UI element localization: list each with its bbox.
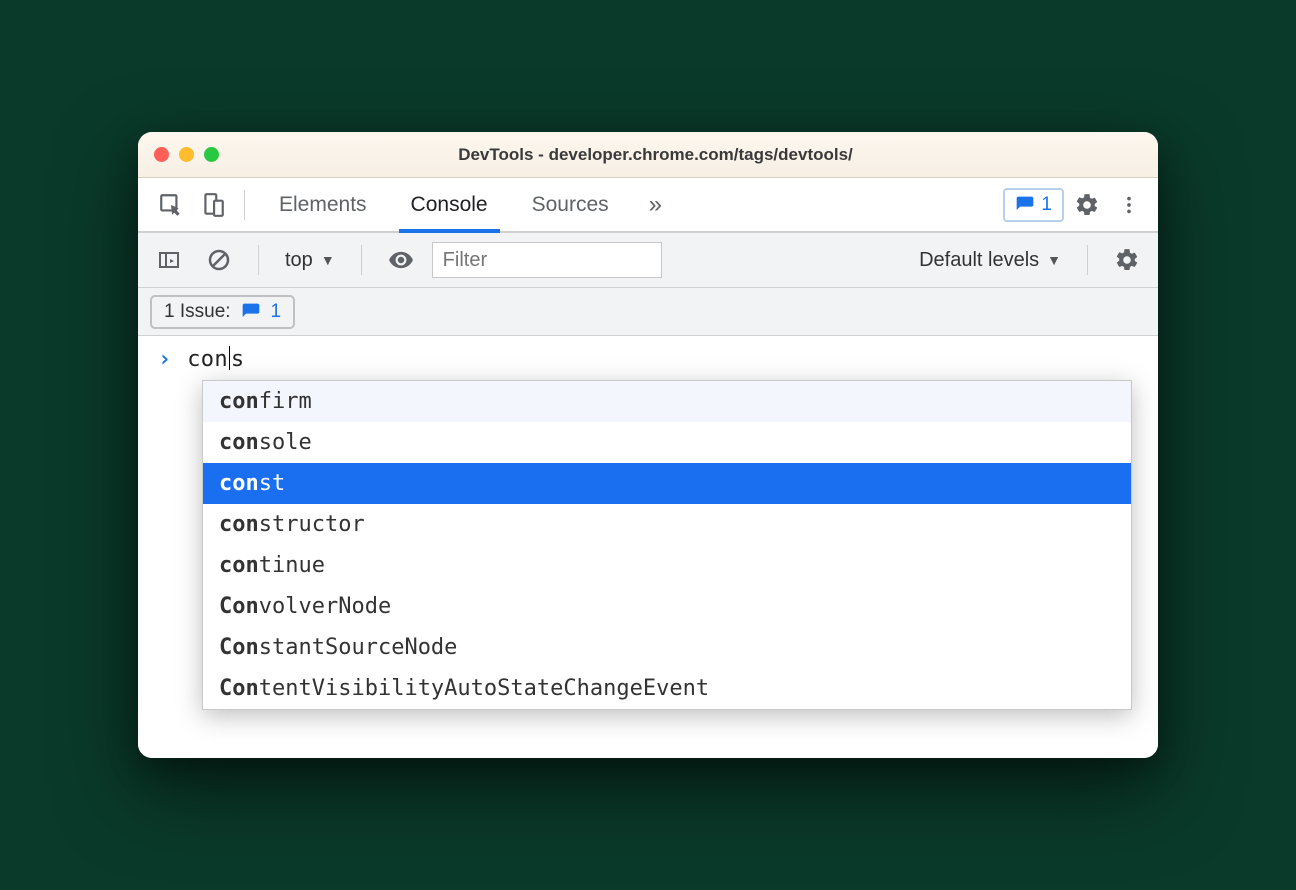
tab-sources[interactable]: Sources <box>510 178 631 231</box>
autocomplete-item[interactable]: ContentVisibilityAutoStateChangeEvent <box>203 668 1131 709</box>
tab-elements[interactable]: Elements <box>257 178 389 231</box>
autocomplete-match: con <box>219 430 259 455</box>
tab-label: Sources <box>532 193 609 217</box>
settings-icon[interactable] <box>1068 186 1106 224</box>
chevron-down-icon: ▼ <box>1047 252 1061 268</box>
autocomplete-rest: firm <box>259 389 312 414</box>
context-selector[interactable]: top ▼ <box>279 249 341 272</box>
tab-console[interactable]: Console <box>389 178 510 231</box>
autocomplete-match: Con <box>219 676 259 701</box>
inspect-element-icon[interactable] <box>152 186 190 224</box>
issues-badge[interactable]: 1 Issue: 1 <box>150 295 295 329</box>
more-tabs-button[interactable]: » <box>635 191 676 219</box>
autocomplete-match: Con <box>219 594 259 619</box>
autocomplete-rest: stantSourceNode <box>259 635 458 660</box>
console-body: › cons confirmconsoleconstconstructorcon… <box>138 336 1158 758</box>
issues-bar: 1 Issue: 1 <box>138 288 1158 336</box>
autocomplete-rest: tinue <box>259 553 325 578</box>
window-title: DevTools - developer.chrome.com/tags/dev… <box>169 145 1142 165</box>
autocomplete-item[interactable]: continue <box>203 545 1131 586</box>
issues-indicator[interactable]: 1 <box>1003 188 1064 222</box>
autocomplete-rest: sole <box>259 430 312 455</box>
autocomplete-match: con <box>219 389 259 414</box>
log-levels-selector[interactable]: Default levels ▼ <box>913 249 1067 272</box>
autocomplete-item[interactable]: ConvolverNode <box>203 586 1131 627</box>
autocomplete-match: con <box>219 471 259 496</box>
prompt-text-after: s <box>231 347 245 372</box>
main-toolbar: Elements Console Sources » 1 <box>138 178 1158 233</box>
divider <box>361 245 362 275</box>
autocomplete-item[interactable]: confirm <box>203 381 1131 422</box>
autocomplete-rest: tentVisibilityAutoStateChangeEvent <box>259 676 709 701</box>
filter-input[interactable] <box>432 242 662 278</box>
autocomplete-match: Con <box>219 635 259 660</box>
autocomplete-item[interactable]: ConstantSourceNode <box>203 627 1131 668</box>
autocomplete-rest: structor <box>259 512 365 537</box>
close-window-button[interactable] <box>154 147 169 162</box>
prompt-chevron-icon: › <box>158 347 171 372</box>
issues-badge-count: 1 <box>271 301 282 323</box>
autocomplete-match: con <box>219 553 259 578</box>
divider <box>1087 245 1088 275</box>
divider <box>244 190 245 220</box>
panel-tabs: Elements Console Sources <box>257 178 631 231</box>
device-toggle-icon[interactable] <box>194 186 232 224</box>
autocomplete-item[interactable]: const <box>203 463 1131 504</box>
devtools-window: DevTools - developer.chrome.com/tags/dev… <box>138 132 1158 758</box>
autocomplete-match: con <box>219 512 259 537</box>
tab-label: Elements <box>279 193 367 217</box>
autocomplete-rest: st <box>259 471 286 496</box>
issues-icon <box>1015 195 1035 215</box>
prompt-text-before: con <box>187 347 228 372</box>
context-label: top <box>285 249 313 272</box>
console-prompt[interactable]: › cons <box>138 336 1158 378</box>
chevron-down-icon: ▼ <box>321 252 335 268</box>
tab-label: Console <box>411 193 488 217</box>
autocomplete-rest: volverNode <box>259 594 391 619</box>
prompt-input[interactable]: cons <box>187 346 244 372</box>
divider <box>258 245 259 275</box>
console-settings-icon[interactable] <box>1108 241 1146 279</box>
console-toolbar: top ▼ Default levels ▼ <box>138 233 1158 288</box>
autocomplete-item[interactable]: console <box>203 422 1131 463</box>
text-caret <box>229 346 230 370</box>
autocomplete-popup: confirmconsoleconstconstructorcontinueCo… <box>202 380 1132 710</box>
issues-label: 1 Issue: <box>164 301 231 323</box>
titlebar: DevTools - developer.chrome.com/tags/dev… <box>138 132 1158 178</box>
live-expression-icon[interactable] <box>382 241 420 279</box>
autocomplete-item[interactable]: constructor <box>203 504 1131 545</box>
issues-count: 1 <box>1041 194 1052 216</box>
show-sidebar-icon[interactable] <box>150 241 188 279</box>
kebab-menu-icon[interactable] <box>1110 186 1148 224</box>
issues-icon <box>241 302 261 322</box>
clear-console-icon[interactable] <box>200 241 238 279</box>
levels-label: Default levels <box>919 249 1039 272</box>
